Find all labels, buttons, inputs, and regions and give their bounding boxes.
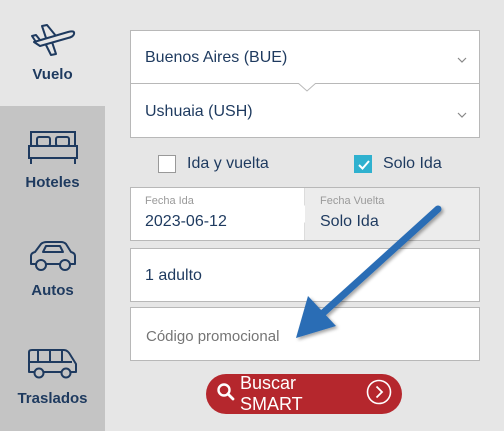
round-trip-checkbox[interactable] — [158, 155, 176, 173]
sidebar-item-traslados[interactable]: Traslados — [0, 324, 105, 430]
sidebar-item-label: Autos — [31, 282, 74, 299]
destination-value: Ushuaia (USH) — [145, 103, 253, 120]
chevron-down-icon — [457, 106, 467, 124]
promo-code-input[interactable] — [144, 324, 468, 348]
passengers-value: 1 adulto — [145, 267, 202, 284]
origin-value: Buenos Aires (BUE) — [145, 49, 288, 66]
checkmark-icon — [358, 160, 370, 170]
promo-code-field — [130, 307, 480, 361]
sidebar-item-label: Vuelo — [32, 66, 73, 83]
chevron-down-icon — [457, 51, 467, 69]
bed-icon — [25, 128, 81, 168]
origin-select[interactable]: Buenos Aires (BUE) — [130, 30, 480, 84]
car-icon — [25, 236, 81, 276]
depart-date-value: 2023-06-12 — [145, 213, 227, 230]
chevron-right-circle-icon — [366, 379, 392, 410]
return-date-field[interactable]: Fecha Vuelta Solo Ida — [305, 187, 480, 241]
one-way-label: Solo Ida — [383, 155, 442, 172]
sidebar-item-label: Traslados — [17, 390, 88, 407]
round-trip-label: Ida y vuelta — [187, 155, 269, 172]
one-way-checkbox[interactable] — [354, 155, 372, 173]
depart-date-label: Fecha Ida — [145, 195, 194, 207]
return-date-value: Solo Ida — [320, 213, 379, 230]
sidebar-item-label: Hoteles — [25, 174, 80, 191]
passengers-field[interactable]: 1 adulto — [130, 248, 480, 302]
depart-date-field[interactable]: Fecha Ida 2023-06-12 — [130, 187, 306, 241]
airplane-icon — [25, 20, 81, 60]
return-date-label: Fecha Vuelta — [320, 195, 385, 207]
product-sidebar: Vuelo Hoteles Autos Traslados — [0, 0, 105, 431]
sidebar-item-autos[interactable]: Autos — [0, 216, 105, 322]
sidebar-item-vuelo[interactable]: Vuelo — [0, 0, 105, 106]
search-button-label: Buscar SMART — [240, 373, 303, 414]
swap-notch — [298, 83, 316, 92]
search-icon — [216, 382, 236, 407]
sidebar-item-hoteles[interactable]: Hoteles — [0, 108, 105, 214]
van-icon — [25, 344, 81, 384]
search-button[interactable]: Buscar SMART — [206, 373, 402, 414]
